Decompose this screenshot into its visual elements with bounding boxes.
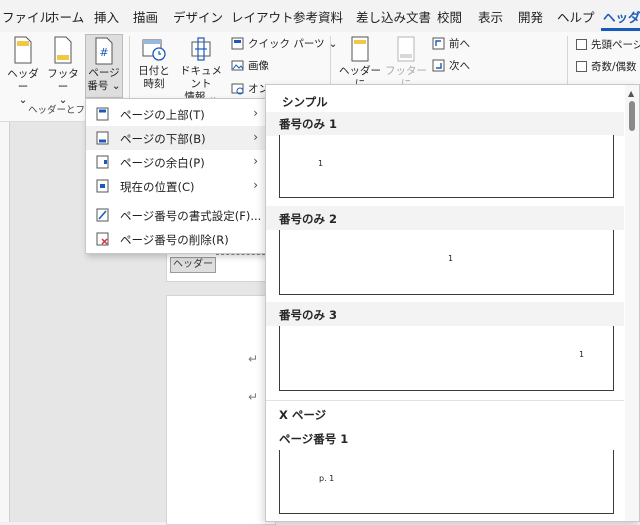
tab-help[interactable]: ヘルプ [557, 7, 595, 26]
menu-item-top-of-page[interactable]: ページの上部(T) › [86, 102, 266, 126]
current-position-icon [96, 179, 109, 193]
checkbox-box[interactable] [576, 61, 587, 72]
first-page-checkbox[interactable]: 先頭ページ [576, 37, 640, 52]
quick-parts-button[interactable]: クイック パーツ ⌄ [231, 36, 337, 51]
document-info-button[interactable]: ドキュメント 情報 ⌄ [176, 36, 226, 104]
online-image-button[interactable]: オン [231, 81, 269, 96]
tab-draw[interactable]: 描画 [133, 7, 158, 26]
gallery-item-plain-number-2[interactable]: 1 [279, 230, 614, 295]
previous-icon [432, 37, 445, 50]
submenu-arrow-icon: › [253, 106, 258, 120]
calendar-clock-icon [142, 39, 166, 61]
document-page-2[interactable] [166, 295, 276, 525]
menu-item-page-margins[interactable]: ページの余白(P) › [86, 150, 266, 174]
gallery-category-simple: シンプル [282, 95, 328, 109]
menu-item-remove-page-numbers[interactable]: ページ番号の削除(R) [86, 227, 266, 251]
gallery-item-title: ページ番号 1 [279, 432, 349, 446]
footer-button[interactable]: フッター ⌄ [45, 36, 81, 107]
gallery-divider [266, 400, 624, 401]
tab-references[interactable]: 参考資料 [293, 7, 343, 26]
page-number-sample: 1 [579, 350, 585, 359]
quick-parts-icon [231, 37, 244, 50]
header-boundary-line [216, 254, 265, 255]
menu-item-current-position[interactable]: 現在の位置(C) › [86, 174, 266, 198]
remove-page-number-icon [96, 232, 109, 246]
gallery-item-title: 番号のみ 2 [279, 212, 338, 226]
gallery-scrollbar[interactable]: ▲ [625, 85, 639, 521]
page-number-menu: ページの上部(T) › ページの下部(B) › ページの余白(P) › 現在の位… [85, 98, 267, 254]
page-number-icon: # [95, 37, 113, 65]
tab-file[interactable]: ファイル [2, 7, 52, 26]
page-number-button[interactable]: # ページ 番号 ⌄ [85, 34, 123, 98]
vertical-ruler [0, 122, 10, 522]
previous-button[interactable]: 前へ [432, 36, 470, 51]
tab-header-footer[interactable]: ヘッダー [603, 7, 640, 26]
next-icon [432, 59, 445, 72]
tab-home[interactable]: ホーム [47, 7, 84, 26]
image-button[interactable]: 画像 [231, 58, 269, 73]
submenu-arrow-icon: › [253, 154, 258, 168]
tab-insert[interactable]: 挿入 [94, 7, 119, 26]
tab-layout[interactable]: レイアウト [231, 7, 294, 26]
tab-design[interactable]: デザイン [173, 7, 223, 26]
page-number-sample: p. 1 [319, 474, 335, 483]
date-time-button[interactable]: 日付と 時刻 [136, 36, 172, 91]
ribbon-tab-bar: ファイル ホーム 挿入 描画 デザイン レイアウト 参考資料 差し込み文書 校閲… [0, 0, 640, 32]
tab-view[interactable]: 表示 [478, 7, 503, 26]
tab-developer[interactable]: 開発 [518, 7, 543, 26]
image-icon [231, 60, 244, 71]
menu-item-format-page-numbers[interactable]: ページ番号の書式設定(F)... [86, 203, 266, 227]
odd-even-checkbox[interactable]: 奇数/偶数 [576, 59, 637, 74]
go-to-header-icon [351, 36, 369, 62]
paragraph-mark: ↵ [248, 390, 259, 404]
gallery-item-page-number-1[interactable]: p. 1 [279, 450, 614, 514]
page-bottom-icon [96, 131, 109, 145]
tab-review[interactable]: 校閲 [437, 7, 462, 26]
page-margin-icon [96, 155, 109, 169]
page-number-gallery: シンプル 番号のみ 1 1 番号のみ 2 1 番号のみ 3 1 X ページ ペー… [265, 84, 640, 522]
header-area-tag: ヘッダー [170, 257, 216, 273]
document-info-icon [191, 37, 211, 61]
gallery-category-x-page: X ページ [279, 408, 327, 422]
format-page-number-icon [96, 208, 109, 222]
footer-icon [54, 36, 72, 64]
page-number-sample: 1 [318, 159, 324, 168]
header-button[interactable]: ヘッダー ⌄ [5, 36, 41, 107]
active-tab-indicator [601, 28, 640, 31]
submenu-arrow-icon: › [253, 130, 258, 144]
page-number-sample: 1 [448, 254, 454, 263]
go-to-footer-icon [397, 36, 415, 62]
menu-item-bottom-of-page[interactable]: ページの下部(B) › [86, 126, 266, 150]
tab-mailings[interactable]: 差し込み文書 [356, 7, 431, 26]
paragraph-mark: ↵ [248, 352, 259, 366]
header-icon [14, 36, 32, 64]
submenu-arrow-icon: › [253, 178, 258, 192]
gallery-item-title: 番号のみ 3 [279, 308, 338, 322]
gallery-item-plain-number-3[interactable]: 1 [279, 326, 614, 391]
next-button[interactable]: 次へ [432, 58, 470, 73]
gallery-item-plain-number-1[interactable]: 1 [279, 135, 614, 198]
scroll-thumb[interactable] [629, 101, 635, 131]
gallery-item-title: 番号のみ 1 [279, 117, 338, 131]
online-image-icon [231, 83, 244, 95]
svg-text:#: # [99, 46, 108, 59]
checkbox-box[interactable] [576, 39, 587, 50]
scroll-up-icon[interactable]: ▲ [628, 89, 634, 98]
page-top-icon [96, 107, 109, 121]
